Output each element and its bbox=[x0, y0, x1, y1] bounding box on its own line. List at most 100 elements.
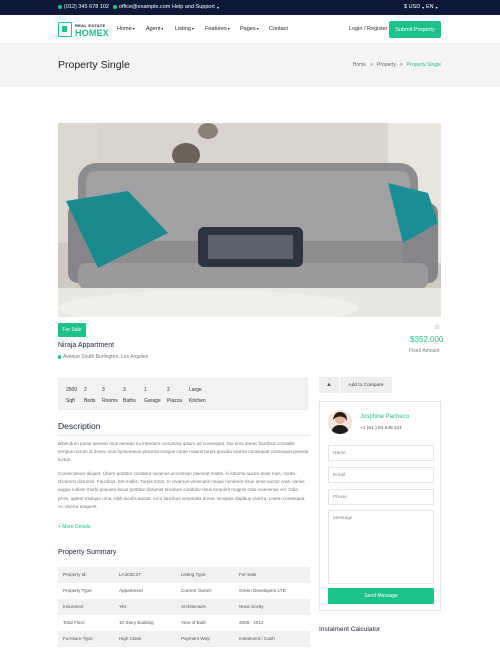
summary-key: Property Type: bbox=[63, 588, 93, 593]
currency-select[interactable]: $ USD ▾ bbox=[404, 4, 424, 10]
summary-key: Architecture: bbox=[181, 604, 207, 609]
summary-title: Property Summary bbox=[58, 549, 117, 556]
feature-label: Sqft bbox=[66, 398, 75, 404]
feature-label: Garage bbox=[144, 398, 161, 404]
submit-property-button[interactable]: Submit Property bbox=[389, 21, 441, 38]
chevron-down-icon: ▾ bbox=[216, 4, 219, 10]
summary-value: Yes bbox=[119, 604, 127, 609]
logo[interactable]: REAL ESTATE HOMEX bbox=[58, 20, 109, 40]
breadcrumb-separator: > bbox=[399, 62, 403, 68]
feature-label: Rooms bbox=[102, 398, 118, 404]
feature-value: 1 bbox=[144, 387, 147, 393]
print-button[interactable]: ▲ bbox=[319, 377, 339, 393]
breadcrumb-property[interactable]: Property bbox=[377, 62, 396, 68]
summary-value: High Class bbox=[119, 636, 142, 641]
topbar-email[interactable]: office@example.com bbox=[113, 4, 170, 10]
breadcrumb-separator: > bbox=[370, 62, 373, 68]
summary-value: Nova Socity bbox=[239, 604, 264, 609]
feature-value: 3 bbox=[102, 387, 105, 393]
topbar-email-text: office@example.com bbox=[119, 4, 171, 10]
nav-item-listing[interactable]: Listing▾ bbox=[175, 26, 194, 32]
summary-key: Insurance: bbox=[63, 604, 85, 609]
address-text: Avenue South Burlington, Los Angeles bbox=[63, 354, 149, 360]
nav-item-pages[interactable]: Pages▾ bbox=[240, 26, 259, 32]
location-pin-icon bbox=[58, 355, 61, 359]
phone-icon bbox=[58, 5, 62, 9]
description-title: Description bbox=[58, 421, 101, 431]
breadcrumb: Home > Property > Property Single bbox=[353, 62, 441, 68]
nav-label: Listing bbox=[175, 26, 191, 32]
avatar bbox=[328, 410, 352, 434]
house-icon bbox=[58, 22, 72, 37]
email-field[interactable]: Email bbox=[328, 467, 434, 483]
table-row: Property Id: LA403C27 Listing Type: For … bbox=[58, 567, 310, 583]
agent-contact-card: Josphine Pacheco +1 (81 ) 84 538 221 Nam… bbox=[319, 401, 441, 611]
feature-value: 3 bbox=[123, 387, 126, 393]
description-paragraph: Bibendum purus aenean mus aenean eu inte… bbox=[58, 441, 309, 463]
star-icon[interactable]: ☆ bbox=[434, 323, 440, 331]
nav-label: Contact bbox=[269, 26, 288, 32]
add-to-compare-button[interactable]: Add to Compare bbox=[340, 377, 392, 393]
name-field[interactable]: Name bbox=[328, 445, 434, 461]
language-label: EN bbox=[426, 4, 434, 10]
nav-item-home[interactable]: Home▾ bbox=[117, 26, 135, 32]
summary-value: Appartment bbox=[119, 588, 143, 593]
chevron-down-icon: ▾ bbox=[191, 26, 194, 31]
feature-value: 2500 bbox=[66, 387, 78, 393]
table-row: Total Floor: 10 Story Building Year of B… bbox=[58, 615, 310, 631]
nav-label: Agent bbox=[146, 26, 161, 32]
breadcrumb-current: Property Single bbox=[406, 62, 441, 68]
agent-phone: +1 (81 ) 84 538 221 bbox=[360, 426, 403, 431]
feature-label: Beds bbox=[84, 398, 96, 404]
message-field[interactable]: Message bbox=[328, 510, 434, 584]
nav-label: Home bbox=[117, 26, 132, 32]
topbar-help[interactable]: Help and Support ▾ bbox=[172, 4, 219, 10]
email-icon bbox=[113, 5, 117, 9]
status-badge: For Sale bbox=[58, 323, 86, 337]
more-details-link[interactable]: + More Details bbox=[58, 524, 90, 530]
topbar-help-text: Help and Support bbox=[172, 4, 215, 10]
feature-label: Kitchen bbox=[189, 398, 206, 404]
property-price: $352,000 bbox=[410, 335, 444, 344]
topbar-phone-text: (012) 345 678 102 bbox=[64, 4, 109, 10]
agent-name[interactable]: Josphine Pacheco bbox=[360, 414, 409, 420]
summary-key: Furniture Type: bbox=[63, 636, 94, 641]
summary-value: 2008 - 2012 bbox=[239, 620, 264, 625]
nav-label: Pages bbox=[240, 26, 256, 32]
feature-value: 2 bbox=[167, 387, 170, 393]
summary-key: Property Id: bbox=[63, 572, 87, 577]
breadcrumb-home[interactable]: Home bbox=[353, 62, 366, 68]
agent-photo bbox=[328, 410, 352, 434]
chevron-down-icon: ▾ bbox=[422, 4, 425, 10]
sofa-photo bbox=[58, 123, 441, 317]
description-paragraph: Consectetuer aliquet. Libero porttitor c… bbox=[58, 471, 306, 509]
property-name: Niraja Appartment bbox=[58, 342, 115, 349]
topbar-phone[interactable]: (012) 345 678 102 bbox=[58, 4, 109, 10]
price-type: Fixed Amount bbox=[409, 348, 440, 354]
chevron-down-icon: ▾ bbox=[227, 26, 230, 31]
feature-label: Baths bbox=[123, 398, 136, 404]
property-address: Avenue South Burlington, Los Angeles bbox=[58, 354, 148, 360]
send-message-button[interactable]: Send Message bbox=[328, 588, 434, 604]
main-nav: REAL ESTATE HOMEX Home▾ Agent▾ Listing▾ … bbox=[0, 15, 500, 44]
nav-item-features[interactable]: Features▾ bbox=[205, 26, 230, 32]
phone-field[interactable]: Phone bbox=[328, 489, 434, 505]
property-image[interactable] bbox=[58, 123, 441, 317]
feature-value: 2 bbox=[84, 387, 87, 393]
nav-item-agent[interactable]: Agent▾ bbox=[146, 26, 163, 32]
feature-value: Large bbox=[189, 387, 202, 393]
summary-value: Green Developers LTD bbox=[239, 588, 286, 593]
language-select[interactable]: EN ▾ bbox=[426, 4, 438, 10]
summary-value: Instalment / Cash bbox=[239, 636, 275, 641]
chevron-down-icon: ▾ bbox=[256, 26, 259, 31]
nav-label: Features bbox=[205, 26, 227, 32]
page-header: Property Single Home > Property > Proper… bbox=[0, 44, 500, 87]
summary-value: LA403C27 bbox=[119, 572, 141, 577]
top-bar: (012) 345 678 102 office@example.com Hel… bbox=[0, 0, 500, 15]
summary-key: Year of Built: bbox=[181, 620, 207, 625]
divider bbox=[58, 435, 310, 436]
login-register-link[interactable]: Login / Register bbox=[349, 26, 388, 32]
summary-key: Current Owner: bbox=[181, 588, 213, 593]
nav-item-contact[interactable]: Contact bbox=[269, 26, 288, 32]
chevron-down-icon: ▾ bbox=[435, 4, 438, 10]
